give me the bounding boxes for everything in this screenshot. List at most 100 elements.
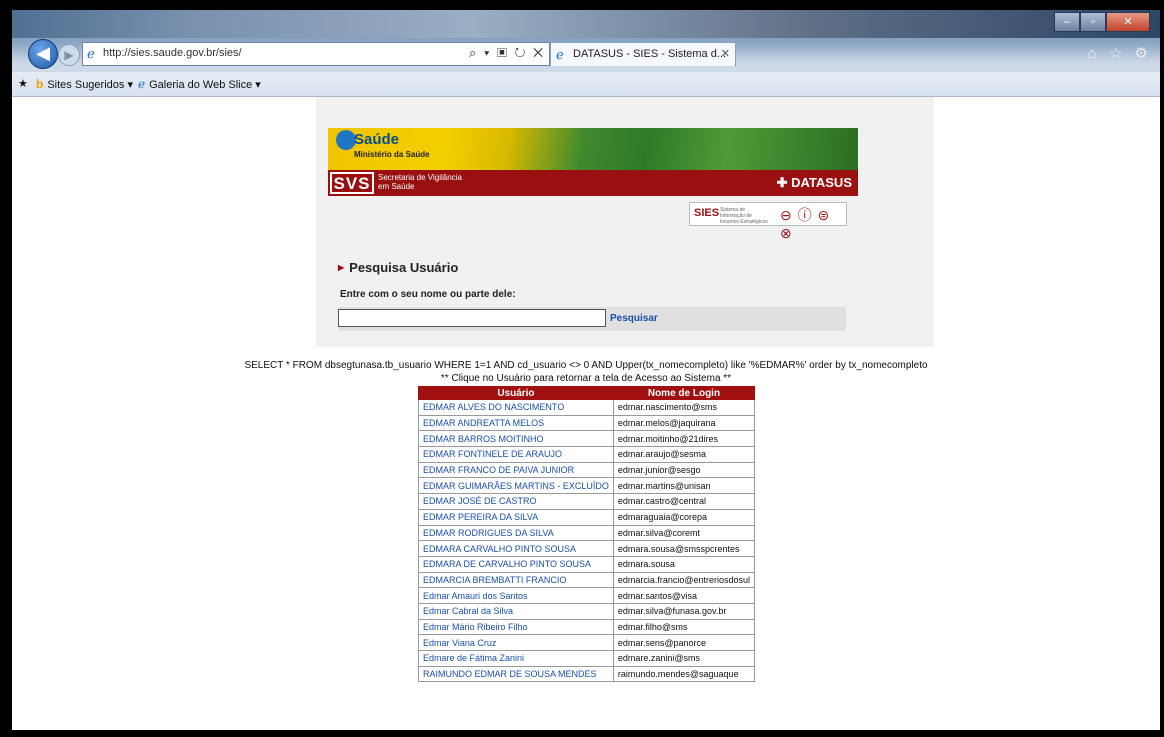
sql-query-text: SELECT * FROM dbsegtunasa.tb_usuario WHE… xyxy=(244,360,928,371)
login-cell: edmarcia.francio@entreriosdosul xyxy=(612,571,756,589)
favorites-item-galeria-web-slice[interactable]: ℯ Galeria do Web Slice ▾ xyxy=(138,77,261,91)
hint-text: ** Clique no Usuário para retornar a tel… xyxy=(440,373,732,384)
svs-banner: SVS Secretaria de Vigilância em Saúde ✚ … xyxy=(328,170,858,196)
sies-panel: Saúde Ministério da Saúde SVS Secretaria… xyxy=(316,97,934,347)
table-row[interactable]: EDMAR FONTINELE DE ARAUJO edmar.araujo@se… xyxy=(418,446,756,463)
login-cell: edmar.nascimento@sms xyxy=(612,399,756,416)
column-header-login: Nome de Login xyxy=(612,386,756,400)
user-name-link[interactable]: Edmar Viana Cruz xyxy=(418,634,614,651)
table-row[interactable]: EDMARA DE CARVALHO PINTO SOUSA edmara.sou… xyxy=(418,555,756,573)
user-name-link[interactable]: EDMARCIA BREMBATTI FRANCIO xyxy=(418,571,614,589)
forward-button[interactable]: ▶ xyxy=(58,44,80,66)
saude-title: Saúde xyxy=(354,131,400,148)
table-row[interactable]: Edmar Mário Ribeiro Filho edmar.filho@sms xyxy=(418,618,756,636)
title-bar: – ▫ ✕ xyxy=(12,10,1160,38)
svs-subtitle: Secretaria de Vigilância em Saúde xyxy=(378,173,462,191)
section-title: ▶ Pesquisa Usuário xyxy=(338,260,459,275)
user-name-link[interactable]: EDMAR FRANCO DE PAIVA JUNIOR xyxy=(418,461,614,479)
svs-logo: SVS xyxy=(330,172,374,194)
user-name-link[interactable]: EDMAR ANDREATTA MELOS xyxy=(418,414,614,432)
login-cell: edmar.filho@sms xyxy=(612,618,756,636)
minimize-button[interactable]: – xyxy=(1054,12,1080,32)
login-cell: edmara.sousa@smsspcrentes xyxy=(612,540,756,557)
sies-action-icons[interactable]: ⊖ ⓘ ⊜ ⊗ xyxy=(780,205,846,242)
column-header-usuario: Usuário xyxy=(418,386,614,400)
close-button[interactable]: ✕ xyxy=(1106,12,1150,32)
table-row[interactable]: EDMAR RODRIGUES DA SILVA edmar.silva@core… xyxy=(418,524,756,542)
address-tools[interactable]: ⌕ ▾ ▣ ↻ ✕ xyxy=(469,45,545,61)
bing-icon: b xyxy=(36,77,44,91)
saude-banner: Saúde Ministério da Saúde xyxy=(328,128,858,170)
table-row[interactable]: Edmar Cabral da Silva edmar.silva@funasa.… xyxy=(418,602,756,620)
favorites-item-sites-sugeridos[interactable]: b Sites Sugeridos ▾ xyxy=(36,77,133,91)
user-name-link[interactable]: EDMAR FONTINELE DE ARAUJO xyxy=(418,446,614,463)
home-favorites-tools-icons[interactable]: ⌂ ☆ ⚙ xyxy=(1088,44,1152,62)
favorites-star-icon[interactable]: ★ xyxy=(18,77,28,90)
user-name-link[interactable]: EDMAR ALVES DO NASCIMENTO xyxy=(418,399,614,416)
table-row[interactable]: EDMAR FRANCO DE PAIVA JUNIOR edmar.junior… xyxy=(418,461,756,479)
datasus-logo[interactable]: ✚ DATASUS xyxy=(777,175,852,191)
table-row[interactable]: EDMAR ANDREATTA MELOS edmar.melos@jaquira… xyxy=(418,414,756,432)
user-name-link[interactable]: Edmar Amauri dos Santos xyxy=(418,587,614,604)
window-controls: – ▫ ✕ xyxy=(1054,12,1150,32)
login-cell: edmar.sens@panorce xyxy=(612,634,756,651)
tab-datasus-sies[interactable]: ℯ DATASUS - SIES - Sistema d... ✕ xyxy=(550,42,736,66)
tab-close-icon[interactable]: ✕ xyxy=(721,47,730,60)
table-row[interactable]: EDMAR PEREIRA DA SILVA edmaraguaia@corepa xyxy=(418,508,756,526)
browser-window: – ▫ ✕ ◀ ▶ ℯ http://sies.saude.gov.br/sie… xyxy=(12,10,1160,730)
table-row[interactable]: EDMAR ALVES DO NASCIMENTO edmar.nasciment… xyxy=(418,399,756,416)
login-cell: edmar.castro@central xyxy=(612,493,756,510)
sies-subtitle: Sistema de Informação de Insumos Estraté… xyxy=(720,207,768,225)
login-cell: edmar.silva@coremt xyxy=(612,524,756,542)
favorites-bar: ★ b Sites Sugeridos ▾ ℯ Galeria do Web Sli… xyxy=(12,72,1160,97)
screen-frame: – ▫ ✕ ◀ ▶ ℯ http://sies.saude.gov.br/sie… xyxy=(4,4,1160,733)
ie-page-icon: ℯ xyxy=(87,46,95,61)
search-prompt: Entre com o seu nome ou parte dele: xyxy=(340,289,516,300)
user-name-link[interactable]: EDMARA DE CARVALHO PINTO SOUSA xyxy=(418,555,614,573)
table-row[interactable]: RAIMUNDO EDMAR DE SOUSA MENDES raimundo.m… xyxy=(418,665,756,683)
table-row[interactable]: Edmar Amauri dos Santos edmar.santos@visa xyxy=(418,587,756,604)
users-table: Usuário Nome de Login EDMAR ALVES DO NAS… xyxy=(418,386,756,683)
user-name-link[interactable]: Edmar Mário Ribeiro Filho xyxy=(418,618,614,636)
browser-chrome: – ▫ ✕ ◀ ▶ ℯ http://sies.saude.gov.br/sie… xyxy=(12,10,1160,97)
login-cell: edmara.sousa xyxy=(612,555,756,573)
table-row[interactable]: EDMAR BARROS MOITINHO edmar.moitinho@21di… xyxy=(418,430,756,448)
maximize-button[interactable]: ▫ xyxy=(1080,12,1106,32)
login-cell: edmar.silva@funasa.gov.br xyxy=(612,602,756,620)
login-cell: edmaraguaia@corepa xyxy=(612,508,756,526)
table-row[interactable]: Edmare de Fátima Zanini edmare.zanini@sms xyxy=(418,650,756,667)
address-bar[interactable]: ℯ http://sies.saude.gov.br/sies/ ⌕ ▾ ▣ ↻… xyxy=(82,42,550,66)
login-cell: edmare.zanini@sms xyxy=(612,650,756,667)
ie-icon: ℯ xyxy=(138,77,146,91)
saude-subtitle: Ministério da Saúde xyxy=(354,150,430,159)
table-row[interactable]: EDMARA CARVALHO PINTO SOUSA edmara.sousa@… xyxy=(418,540,756,557)
navigation-row: ◀ ▶ ℯ http://sies.saude.gov.br/sies/ ⌕ ▾… xyxy=(12,38,1160,72)
table-row[interactable]: Edmar Viana Cruz edmar.sens@panorce xyxy=(418,634,756,651)
address-url[interactable]: http://sies.saude.gov.br/sies/ xyxy=(103,47,242,59)
search-input[interactable] xyxy=(338,309,606,327)
user-name-link[interactable]: EDMAR RODRIGUES DA SILVA xyxy=(418,524,614,542)
user-name-link[interactable]: EDMAR PEREIRA DA SILVA xyxy=(418,508,614,526)
login-cell: edmar.araujo@sesma xyxy=(612,446,756,463)
login-cell: edmar.melos@jaquirana xyxy=(612,414,756,432)
arrow-right-icon: ▶ xyxy=(338,263,345,272)
login-cell: raimundo.mendes@saguaque xyxy=(612,665,756,683)
user-name-link[interactable]: EDMAR BARROS MOITINHO xyxy=(418,430,614,448)
table-row[interactable]: EDMAR JOSÉ DE CASTRO edmar.castro@central xyxy=(418,493,756,510)
user-name-link[interactable]: Edmare de Fátima Zanini xyxy=(418,650,614,667)
user-name-link[interactable]: EDMAR JOSÉ DE CASTRO xyxy=(418,493,614,510)
table-row[interactable]: EDMARCIA BREMBATTI FRANCIO edmarcia.franc… xyxy=(418,571,756,589)
sies-toolbar: SIES Sistema de Informação de Insumos Es… xyxy=(689,202,847,241)
search-row: Pesquisar xyxy=(338,307,846,331)
back-button[interactable]: ◀ xyxy=(28,39,58,69)
login-cell: edmar.junior@sesgo xyxy=(612,461,756,479)
login-cell: edmar.moitinho@21dires xyxy=(612,430,756,448)
user-name-link[interactable]: EDMAR GUIMARÃES MARTINS - EXCLUÍDO xyxy=(418,477,614,495)
user-name-link[interactable]: Edmar Cabral da Silva xyxy=(418,602,614,620)
user-name-link[interactable]: RAIMUNDO EDMAR DE SOUSA MENDES xyxy=(418,665,614,683)
sies-logo: SIES xyxy=(694,207,720,219)
user-name-link[interactable]: EDMARA CARVALHO PINTO SOUSA xyxy=(418,540,614,557)
table-row[interactable]: EDMAR GUIMARÃES MARTINS - EXCLUÍDO edmar.… xyxy=(418,477,756,495)
page-content: Saúde Ministério da Saúde SVS Secretaria… xyxy=(12,97,1160,730)
search-button[interactable]: Pesquisar xyxy=(610,313,658,324)
